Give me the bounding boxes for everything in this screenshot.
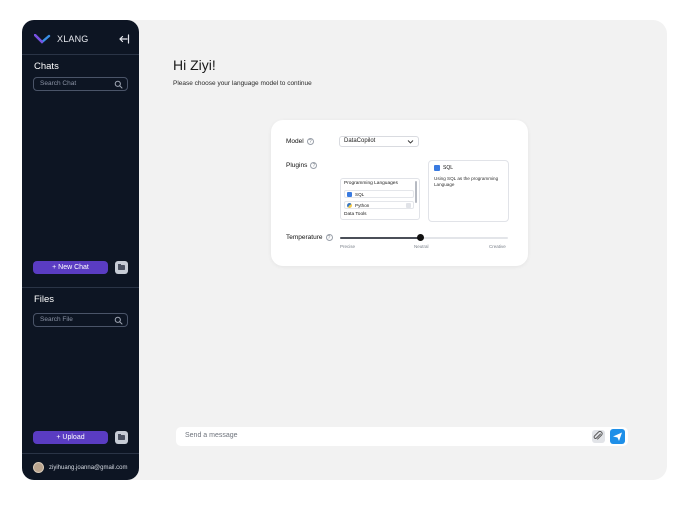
xlang-logo-icon [34,34,51,44]
greeting-subtitle: Please choose your language model to con… [173,80,312,87]
sidebar-divider [22,287,139,288]
collapse-sidebar-icon[interactable] [118,33,130,45]
plugin-item-label: SQL [355,191,365,197]
search-file-input[interactable]: Search File [33,313,128,327]
plugins-label-row: Plugins? [286,162,318,170]
upload-button[interactable]: + Upload [33,431,108,444]
attach-button[interactable] [592,430,605,443]
sidebar: XLANG Chats Search Chat + New Chat Files… [22,20,139,480]
chats-title: Chats [34,61,59,72]
search-file-placeholder: Search File [40,316,73,323]
search-icon[interactable] [114,316,123,325]
plugin-list-scrollbar[interactable] [415,181,417,203]
model-label: Model [286,138,304,146]
temperature-tick: Precise [340,244,356,249]
help-icon[interactable]: ? [325,234,333,241]
plugin-group-header: Programming Languages [344,181,398,186]
help-icon[interactable]: ? [310,162,318,169]
brand: XLANG [34,34,89,44]
send-button[interactable] [610,429,625,444]
plugin-list[interactable]: Programming Languages SQL Python Data To… [340,178,420,220]
chevron-down-icon [407,140,414,144]
temperature-slider-fill [340,237,421,239]
search-chat-placeholder: Search Chat [40,80,77,87]
temperature-tick: Creative [489,244,506,249]
temperature-label-row: Temperature? [286,234,333,241]
sidebar-divider [22,54,139,55]
search-icon[interactable] [114,80,123,89]
plugin-item-python[interactable]: Python [344,201,414,209]
brand-name: XLANG [57,34,89,44]
user-profile[interactable]: ziyihuang.joanna@gmail.com [33,462,127,473]
search-chat-input[interactable]: Search Chat [33,77,128,91]
folder-icon [118,264,125,270]
temperature-tick: Neutral [414,244,429,249]
chat-manage-button[interactable] [115,261,128,274]
avatar [33,462,44,473]
model-select-value: DataCopilot [344,138,376,144]
temperature-label: Temperature [286,234,323,242]
folder-icon [118,434,125,440]
send-icon [613,432,622,441]
plugin-item-sql[interactable]: SQL [344,190,414,198]
new-chat-button[interactable]: + New Chat [33,261,108,274]
files-title: Files [34,294,55,305]
plugin-detail-title: SQL [443,164,454,171]
message-placeholder: Send a message [185,432,238,439]
user-email: ziyihuang.joanna@gmail.com [49,464,128,471]
plugin-checkbox[interactable] [406,203,411,208]
model-select[interactable]: DataCopilot [339,136,419,147]
python-icon [347,203,352,208]
plugins-label: Plugins [286,162,308,170]
plugin-detail-panel: SQL Using SQL as the programming Languag… [428,160,509,222]
database-icon [347,192,352,197]
model-label-row: Model? [286,138,314,145]
plugin-group-header: Data Tools [344,212,367,217]
message-input[interactable]: Send a message [176,427,628,446]
plugin-item-label: Python [355,202,370,208]
file-manage-button[interactable] [115,431,128,444]
plugin-detail-description: Using SQL as the programming Language [434,176,499,187]
paperclip-icon [593,431,603,440]
database-icon [434,165,440,171]
greeting-heading: Hi Ziyi! [173,57,216,73]
sidebar-divider [22,453,139,454]
help-icon[interactable]: ? [306,138,314,145]
